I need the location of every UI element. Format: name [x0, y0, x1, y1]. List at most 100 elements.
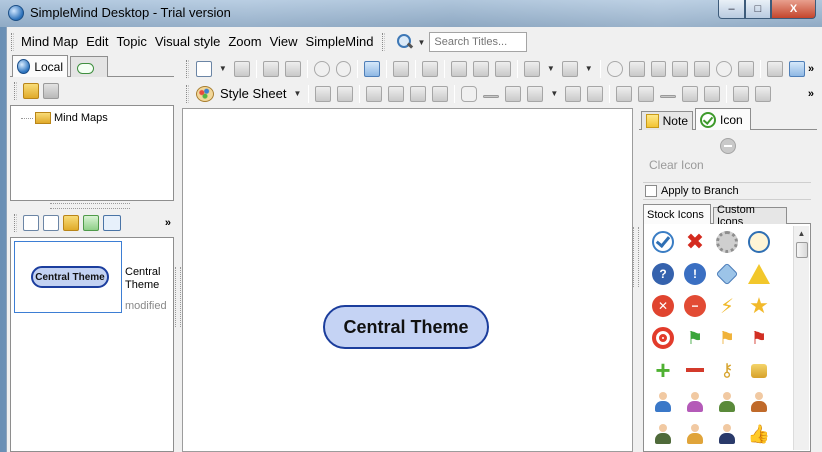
list-tool-icon[interactable]: [672, 60, 689, 77]
new-map-dropdown-icon[interactable]: ▼: [219, 64, 227, 73]
scroll-thumb[interactable]: [795, 242, 808, 258]
mail-icon[interactable]: [103, 215, 121, 231]
curve-icon[interactable]: [704, 85, 721, 102]
lightning-icon[interactable]: ⚡: [716, 295, 738, 318]
back-icon[interactable]: [262, 60, 279, 77]
clear-icon-button[interactable]: Clear Icon: [643, 132, 813, 178]
menu-topic[interactable]: Topic: [113, 32, 149, 52]
image-tool-icon[interactable]: [628, 60, 645, 77]
favorites-icon[interactable]: [337, 85, 354, 102]
person-blue-icon[interactable]: [652, 391, 674, 413]
tree-toolbar-grip[interactable]: [14, 82, 17, 100]
search-icon[interactable]: [395, 33, 413, 51]
lock-icon[interactable]: [751, 364, 767, 378]
bold-icon[interactable]: [388, 85, 405, 102]
central-topic-node[interactable]: Central Theme: [323, 305, 489, 349]
redo-icon[interactable]: [335, 60, 352, 77]
menu-grip[interactable]: [11, 33, 14, 51]
apply-to-branch-checkbox[interactable]: [645, 185, 657, 197]
green-flag-icon[interactable]: ⚑: [684, 327, 706, 349]
toolbar-2-grip[interactable]: [186, 84, 189, 103]
layout-dropdown-icon[interactable]: ▼: [585, 64, 593, 73]
tab-cloud[interactable]: [70, 56, 108, 77]
apply-to-branch-row[interactable]: Apply to Branch: [643, 182, 811, 200]
clock-icon[interactable]: [748, 231, 770, 253]
ungroup-icon[interactable]: [755, 85, 772, 102]
border-shape-icon[interactable]: [461, 85, 478, 102]
zoom-icon[interactable]: [364, 60, 381, 77]
checkbox-tool-icon[interactable]: [606, 60, 623, 77]
tree-item-mind-maps[interactable]: Mind Maps: [21, 112, 108, 124]
dash-icon[interactable]: [684, 359, 706, 381]
cut-icon[interactable]: [451, 60, 468, 77]
forward-icon[interactable]: [284, 60, 301, 77]
menu-zoom[interactable]: Zoom: [225, 32, 264, 52]
scroll-up-icon[interactable]: ▲: [795, 227, 809, 241]
add-topic-icon[interactable]: [393, 60, 410, 77]
new-document-icon[interactable]: [23, 215, 39, 231]
fill-icon[interactable]: [505, 85, 522, 102]
maximize-button[interactable]: □: [745, 0, 771, 19]
import-icon[interactable]: [63, 215, 79, 231]
question-icon[interactable]: ?: [652, 263, 674, 285]
favorite-icon[interactable]: [315, 85, 332, 102]
attachment-dropdown-icon[interactable]: ▼: [547, 64, 555, 73]
export-map-icon[interactable]: [789, 60, 805, 77]
arrow-right-icon[interactable]: [638, 85, 655, 102]
check-icon[interactable]: [652, 231, 674, 253]
toolbar-2-more-icon[interactable]: »: [808, 88, 814, 100]
target-icon[interactable]: [652, 327, 674, 349]
menu-view[interactable]: View: [267, 32, 301, 52]
palette-icon[interactable]: [196, 85, 214, 102]
border-color-icon[interactable]: [527, 85, 544, 102]
copy-icon[interactable]: [473, 60, 490, 77]
checklist-tool-icon[interactable]: [694, 60, 711, 77]
style-sheet-button[interactable]: Style Sheet: [220, 86, 287, 101]
worker-icon[interactable]: [684, 423, 706, 445]
left-vertical-splitter[interactable]: [175, 267, 181, 327]
text-color-icon[interactable]: [587, 85, 604, 102]
warning-icon[interactable]: [748, 264, 770, 284]
tab-icon[interactable]: Icon: [695, 108, 751, 130]
horizontal-splitter[interactable]: [50, 203, 130, 209]
duplicate-document-icon[interactable]: [43, 215, 59, 231]
exclamation-icon[interactable]: !: [684, 263, 706, 285]
menu-mind-map[interactable]: Mind Map: [18, 32, 81, 52]
red-flag-icon[interactable]: ⚑: [748, 327, 770, 349]
cross-icon[interactable]: ✖: [684, 229, 706, 254]
export-icon[interactable]: [83, 215, 99, 231]
folder-action-icon[interactable]: [43, 83, 59, 99]
shape-tool-icon[interactable]: [716, 60, 733, 77]
tab-stock-icons[interactable]: Stock Icons: [643, 204, 711, 224]
yellow-flag-icon[interactable]: ⚑: [716, 327, 738, 349]
minimize-button[interactable]: –: [718, 0, 745, 19]
arrow-left-icon[interactable]: [616, 85, 633, 102]
undo-icon[interactable]: [313, 60, 330, 77]
thumbs-up-icon[interactable]: 👍: [748, 423, 770, 445]
diamond-info-icon[interactable]: [715, 262, 739, 286]
new-map-icon[interactable]: [196, 60, 212, 77]
mind-map-canvas[interactable]: Central Theme: [182, 108, 633, 452]
toolbar-1-more-icon[interactable]: »: [808, 63, 814, 75]
search-dropdown-icon[interactable]: ▼: [417, 38, 425, 47]
icon-scrollbar[interactable]: ▲: [793, 226, 809, 450]
print-icon[interactable]: [767, 60, 784, 77]
more-tools-icon[interactable]: »: [165, 217, 171, 229]
connector-tool-icon[interactable]: [738, 60, 755, 77]
border-color-dropdown-icon[interactable]: ▼: [550, 89, 558, 98]
dashed-line-icon[interactable]: [660, 95, 677, 98]
save-icon[interactable]: [233, 60, 250, 77]
person-purple-icon[interactable]: [684, 391, 706, 413]
align-icon[interactable]: [366, 85, 383, 102]
group-icon[interactable]: [733, 85, 750, 102]
text-tool-icon[interactable]: [650, 60, 667, 77]
text-format-icon[interactable]: [432, 85, 449, 102]
graduate-icon[interactable]: [716, 423, 738, 445]
paste-icon[interactable]: [495, 60, 511, 77]
people-icon[interactable]: [716, 391, 738, 413]
document-item[interactable]: Central Theme Central Theme modified: [14, 241, 169, 313]
minus-icon[interactable]: −: [684, 295, 706, 317]
menu-edit[interactable]: Edit: [83, 32, 111, 52]
tab-custom-icons[interactable]: Custom Icons: [713, 204, 787, 228]
style-sheet-dropdown-icon[interactable]: ▼: [294, 89, 302, 98]
